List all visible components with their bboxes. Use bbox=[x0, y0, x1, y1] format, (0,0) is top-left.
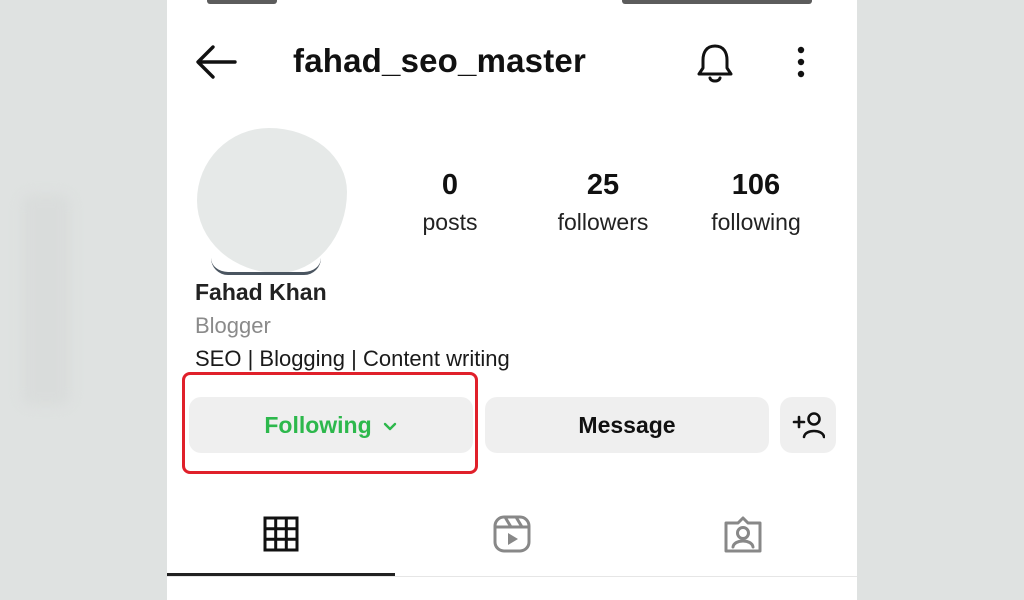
more-options-button[interactable] bbox=[787, 42, 815, 82]
tab-divider bbox=[167, 576, 857, 577]
message-button[interactable]: Message bbox=[485, 397, 769, 453]
chevron-down-icon bbox=[382, 412, 398, 439]
profile-category: Blogger bbox=[195, 313, 271, 338]
status-bar-left bbox=[207, 0, 277, 4]
stat-followers[interactable]: 25 followers bbox=[538, 168, 668, 242]
following-label: Following bbox=[264, 411, 372, 438]
notifications-button[interactable] bbox=[695, 40, 735, 84]
tab-tagged[interactable] bbox=[629, 510, 857, 576]
stat-label: followers bbox=[557, 209, 649, 235]
background-blur bbox=[22, 195, 70, 405]
arrow-left-icon bbox=[196, 45, 237, 79]
tab-grid[interactable] bbox=[167, 510, 395, 576]
tagged-icon bbox=[724, 516, 762, 553]
stat-count: 25 bbox=[586, 169, 620, 201]
tab-reels[interactable] bbox=[398, 510, 626, 576]
stat-posts[interactable]: 0 posts bbox=[385, 168, 515, 242]
profile-bio: SEO | Blogging | Content writing bbox=[195, 346, 510, 371]
stat-count: 106 bbox=[731, 169, 781, 201]
stat-count: 0 bbox=[441, 169, 459, 201]
suggested-users-button[interactable] bbox=[780, 397, 836, 453]
following-button[interactable]: Following bbox=[189, 397, 473, 453]
avatar[interactable] bbox=[197, 128, 347, 273]
bell-icon bbox=[697, 44, 733, 83]
status-bar-right bbox=[622, 0, 812, 4]
profile-header: fahad_seo_master bbox=[167, 30, 857, 94]
reels-icon bbox=[493, 515, 531, 553]
profile-name: Fahad Khan bbox=[195, 279, 327, 305]
stat-following[interactable]: 106 following bbox=[691, 168, 821, 242]
profile-username: fahad_seo_master bbox=[293, 42, 587, 79]
back-button[interactable] bbox=[193, 42, 239, 82]
stat-label: posts bbox=[422, 209, 478, 235]
profile-screen: fahad_seo_master 0 posts 25 followers 10… bbox=[167, 0, 857, 600]
grid-icon bbox=[263, 516, 299, 552]
more-vertical-icon bbox=[797, 46, 805, 78]
message-label: Message bbox=[578, 411, 676, 438]
stat-label: following bbox=[711, 209, 801, 235]
add-user-icon bbox=[792, 412, 825, 439]
avatar-rim bbox=[211, 258, 321, 275]
